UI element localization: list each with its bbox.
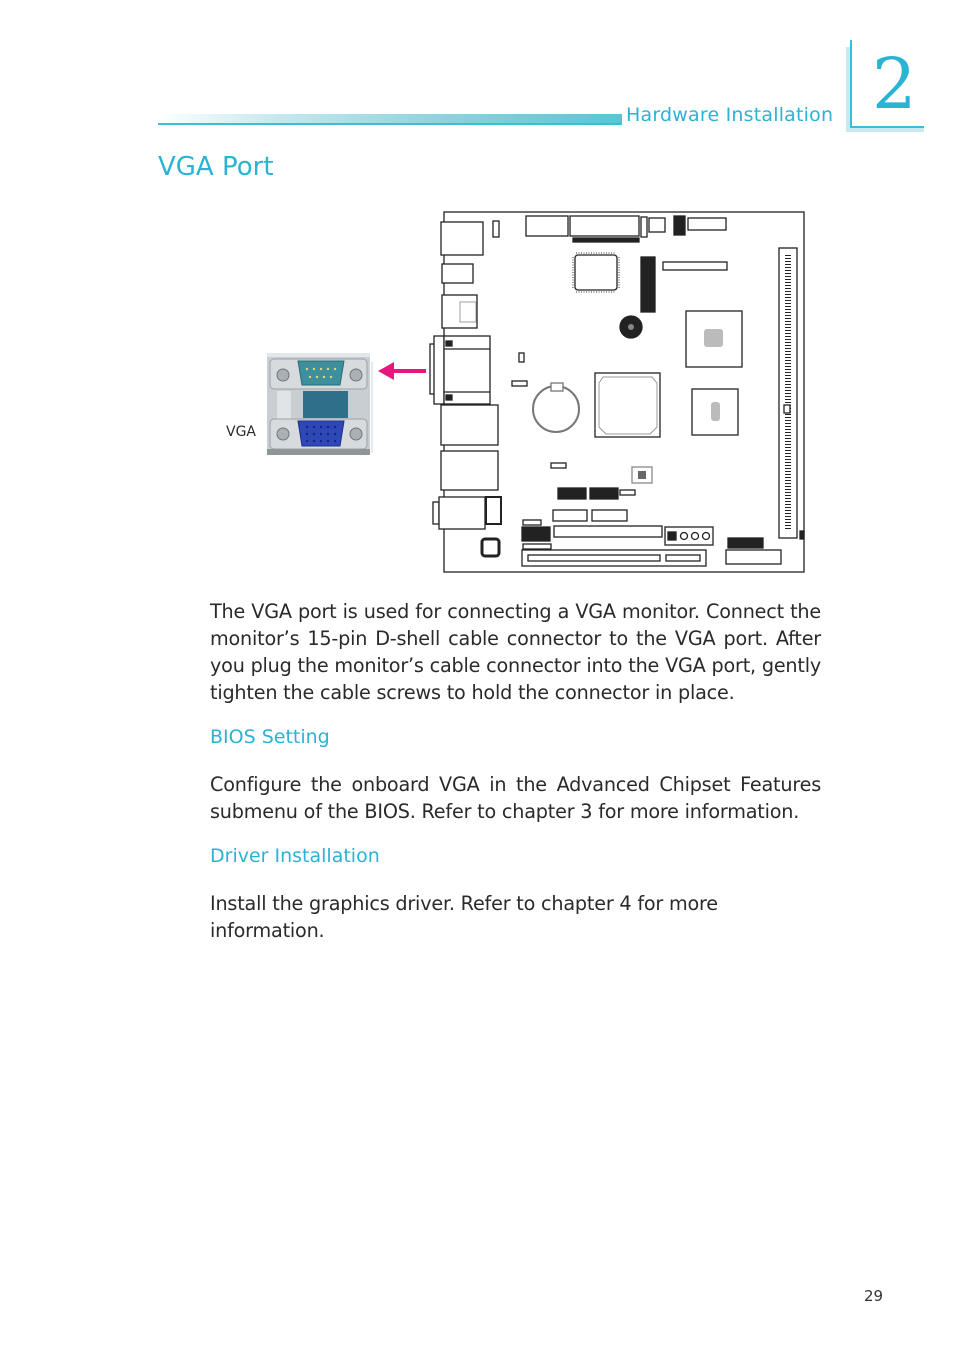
driver-installation-paragraph: Install the graphics driver. Refer to ch… bbox=[210, 892, 718, 942]
bios-setting-heading: BIOS Setting bbox=[210, 726, 330, 748]
header-gradient-bar bbox=[158, 114, 622, 123]
screw-icon bbox=[349, 368, 363, 382]
chapter-number: 2 bbox=[872, 43, 917, 125]
page-title: VGA Port bbox=[158, 152, 274, 182]
chapter-tab: 2 bbox=[842, 40, 924, 132]
io-block bbox=[440, 404, 499, 446]
header-rule bbox=[158, 123, 622, 125]
page-number: 29 bbox=[864, 1287, 884, 1305]
driver-installation-heading: Driver Installation bbox=[210, 845, 380, 867]
io-block bbox=[441, 294, 478, 329]
io-panel-photo bbox=[267, 353, 373, 455]
screw-icon bbox=[276, 427, 290, 441]
io-block bbox=[440, 221, 484, 256]
section-header-title: Hardware Installation bbox=[626, 104, 834, 126]
screw-icon bbox=[276, 368, 290, 382]
io-block bbox=[440, 450, 499, 491]
figure-svg: VGA bbox=[226, 211, 805, 573]
vga-description-paragraph: The VGA port is used for connecting a VG… bbox=[210, 600, 821, 704]
com-port bbox=[297, 360, 345, 386]
io-block bbox=[441, 263, 474, 284]
vga-port-figure: VGA bbox=[220, 205, 820, 580]
screw-icon bbox=[349, 427, 363, 441]
pointer-arrow-icon bbox=[378, 362, 426, 380]
bios-setting-paragraph: Configure the onboard VGA in the Advance… bbox=[210, 773, 821, 823]
vga-label: VGA bbox=[226, 424, 256, 440]
chapter-tab-frame: 2 bbox=[850, 40, 924, 128]
audio-jack bbox=[438, 496, 486, 530]
motherboard-diagram bbox=[429, 211, 805, 573]
